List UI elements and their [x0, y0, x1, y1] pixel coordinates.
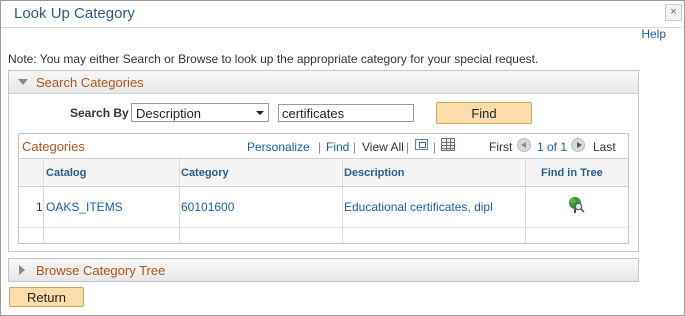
look-up-category-dialog: Look Up Category × Help Note: You may ei…	[0, 0, 685, 316]
last-label: Last	[593, 140, 616, 154]
search-by-label: Search By	[70, 106, 129, 120]
table-row: 1 OAKS_ITEMS 60101600 Educational certif…	[19, 187, 628, 228]
chevron-down-icon	[256, 111, 264, 115]
close-button[interactable]: ×	[665, 4, 682, 21]
zoom-icon[interactable]	[415, 139, 428, 150]
column-header-catalog[interactable]: Catalog	[46, 167, 86, 179]
grid-toolbar: Categories Personalize | Find | View All…	[19, 134, 628, 159]
page-info: 1 of 1	[537, 140, 568, 154]
browse-category-tree-header[interactable]: Browse Category Tree	[9, 259, 638, 281]
instruction-note: Note: You may either Search or Browse to…	[8, 52, 539, 66]
help-link[interactable]: Help	[641, 27, 666, 41]
categories-grid: Categories Personalize | Find | View All…	[18, 133, 629, 244]
collapse-triangle-icon[interactable]	[18, 79, 28, 85]
personalize-link[interactable]: Personalize	[247, 140, 310, 154]
grid-title: Categories	[22, 139, 85, 154]
first-label: First	[489, 140, 513, 154]
close-icon: ×	[670, 6, 677, 18]
browse-category-tree-panel: Browse Category Tree	[8, 258, 639, 282]
title-bar: Look Up Category ×	[1, 1, 684, 28]
browse-category-tree-title[interactable]: Browse Category Tree	[36, 263, 165, 278]
toolbar-separator: |	[406, 140, 410, 154]
excel-download-icon[interactable]	[441, 138, 455, 151]
description-link[interactable]: Educational certificates, dipl	[344, 200, 493, 214]
grid-header-row: Catalog Category Description Find in Tre…	[19, 159, 628, 187]
search-categories-title[interactable]: Search Categories	[36, 75, 144, 90]
search-by-selected-value: Description	[136, 106, 202, 121]
chevron-left-icon	[521, 142, 526, 148]
toolbar-separator: |	[353, 140, 357, 154]
expand-triangle-icon[interactable]	[19, 265, 25, 275]
grid-find-link[interactable]: Find	[326, 140, 349, 154]
catalog-link[interactable]: OAKS_ITEMS	[46, 200, 123, 214]
view-all-link[interactable]: View All	[362, 140, 404, 154]
row-number: 1	[36, 200, 43, 214]
search-categories-panel: Search Categories Search By Description …	[8, 70, 639, 252]
search-categories-header[interactable]: Search Categories	[9, 71, 638, 94]
return-button[interactable]: Return	[9, 287, 84, 307]
column-header-category[interactable]: Category	[181, 167, 229, 179]
toolbar-separator: |	[318, 140, 322, 154]
previous-page-button[interactable]	[517, 138, 531, 152]
column-header-find-in-tree: Find in Tree	[541, 167, 603, 179]
find-button[interactable]: Find	[436, 102, 532, 124]
search-by-select[interactable]: Description	[131, 103, 269, 122]
dialog-title: Look Up Category	[14, 5, 135, 22]
column-header-description[interactable]: Description	[344, 167, 405, 179]
next-page-button[interactable]	[571, 138, 585, 152]
toolbar-separator: |	[433, 140, 437, 154]
find-in-tree-icon[interactable]	[567, 196, 585, 214]
chevron-right-icon	[577, 142, 582, 148]
category-link[interactable]: 60101600	[181, 200, 234, 214]
search-text-input[interactable]	[278, 104, 414, 122]
